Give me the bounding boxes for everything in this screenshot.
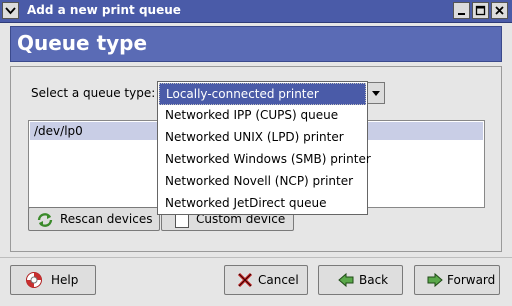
page-banner: Queue type (10, 26, 502, 62)
menu-item-label: Locally-connected printer (166, 87, 319, 101)
menu-item-label: Networked Windows (SMB) printer (165, 152, 371, 166)
chevron-down-icon (5, 7, 16, 15)
minimize-button[interactable] (453, 2, 470, 19)
queue-type-label: Select a queue type: (31, 86, 156, 100)
menu-item-label: Networked JetDirect queue (165, 196, 327, 210)
rescan-devices-label: Rescan devices (60, 212, 153, 226)
arrow-left-icon (338, 272, 354, 288)
menu-item-locally-connected[interactable]: Locally-connected printer (159, 83, 366, 105)
queue-type-dropdown-button[interactable] (367, 82, 385, 104)
refresh-icon (37, 213, 53, 227)
x-icon (237, 272, 253, 288)
menu-item-ipp-cups[interactable]: Networked IPP (CUPS) queue (159, 105, 366, 127)
window-titlebar[interactable]: Add a new print queue (0, 0, 512, 23)
help-label: Help (51, 273, 79, 287)
menu-item-unix-lpd[interactable]: Networked UNIX (LPD) printer (159, 127, 366, 149)
queue-type-dropdown-menu[interactable]: Locally-connected printer Networked IPP … (157, 81, 371, 215)
cancel-label: Cancel (258, 273, 299, 287)
help-button[interactable]: Help (10, 265, 96, 295)
menu-item-jetdirect[interactable]: Networked JetDirect queue (159, 193, 366, 215)
minimize-icon (458, 13, 465, 15)
forward-label: Forward (447, 273, 496, 287)
lifebuoy-icon (26, 272, 42, 288)
chevron-down-icon (372, 91, 380, 96)
close-icon (495, 6, 504, 15)
separator (0, 257, 512, 258)
window-title: Add a new print queue (27, 3, 181, 17)
forward-button[interactable]: Forward (414, 265, 500, 295)
custom-device-checkbox[interactable] (175, 214, 189, 228)
close-button[interactable] (491, 2, 508, 19)
menu-item-novell-ncp[interactable]: Networked Novell (NCP) printer (159, 171, 366, 193)
menu-item-windows-smb[interactable]: Networked Windows (SMB) printer (159, 149, 371, 171)
maximize-button[interactable] (472, 2, 489, 19)
maximize-icon (475, 5, 486, 16)
device-name: /dev/lp0 (34, 124, 83, 138)
window-menu-button[interactable] (2, 2, 19, 19)
menu-item-label: Networked UNIX (LPD) printer (165, 130, 344, 144)
page-title: Queue type (17, 31, 148, 55)
cancel-button[interactable]: Cancel (224, 265, 308, 295)
arrow-right-icon (427, 272, 443, 288)
menu-item-label: Networked Novell (NCP) printer (165, 174, 354, 188)
rescan-devices-button[interactable]: Rescan devices (28, 207, 160, 231)
menu-item-label: Networked IPP (CUPS) queue (165, 108, 339, 122)
back-label: Back (359, 273, 389, 287)
back-button[interactable]: Back (318, 265, 403, 295)
